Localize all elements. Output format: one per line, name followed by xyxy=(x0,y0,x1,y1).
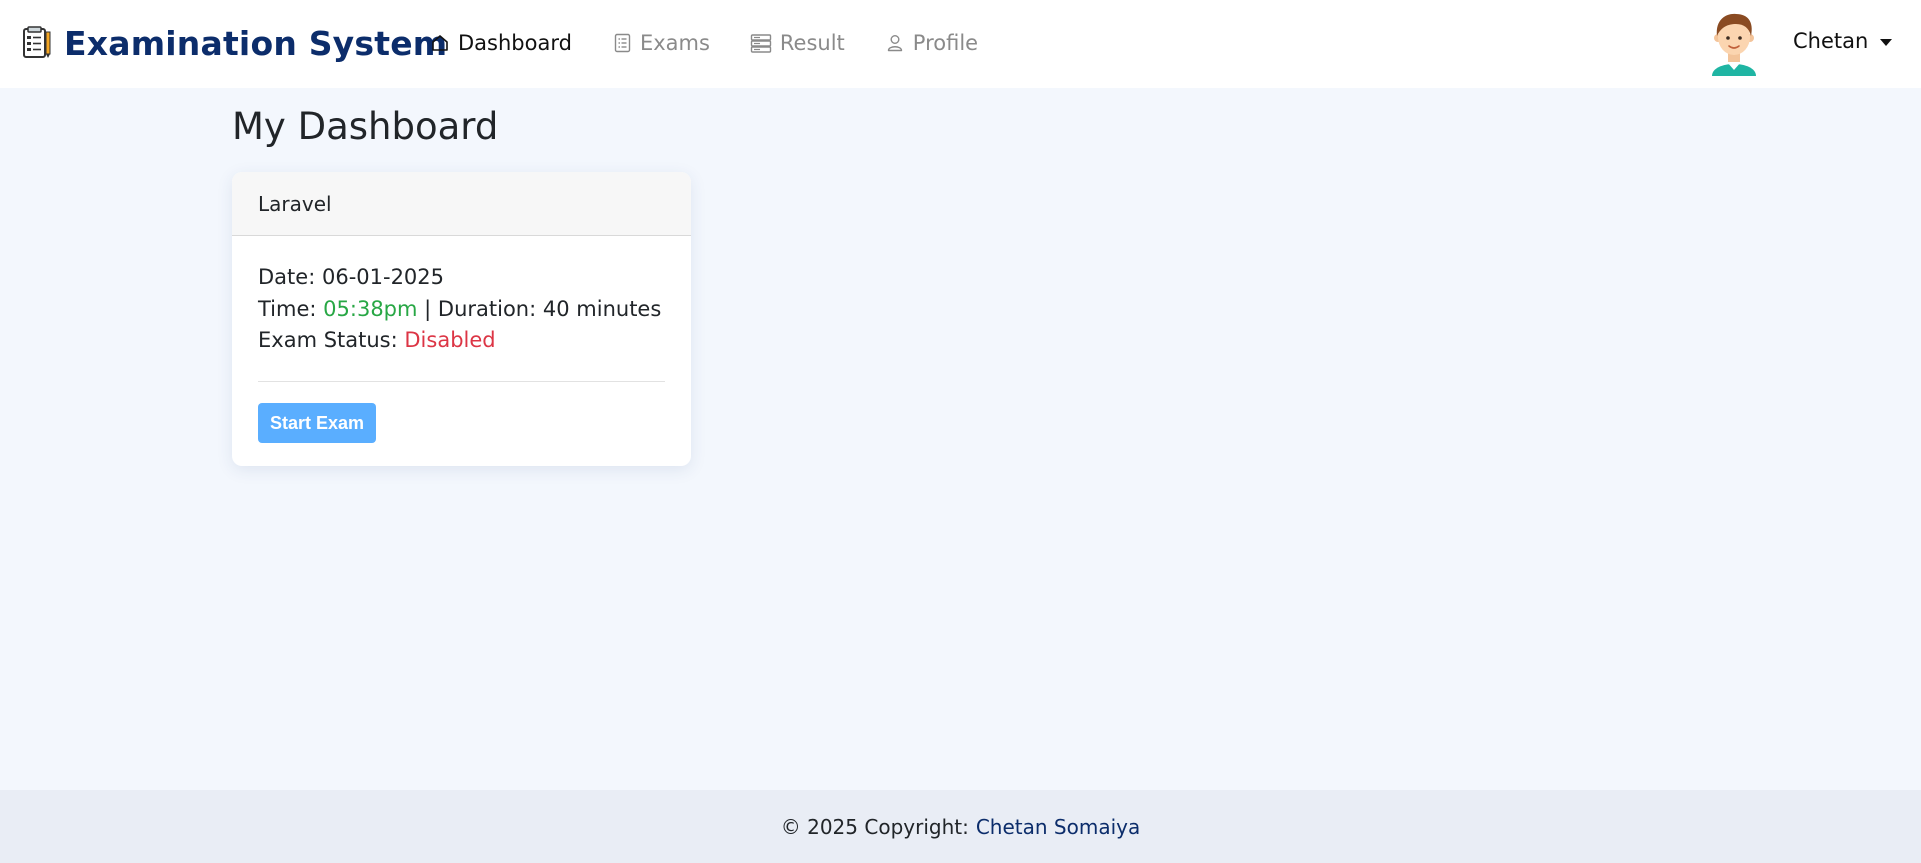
exam-time: 05:38pm xyxy=(323,296,418,321)
home-icon xyxy=(432,35,448,51)
exam-card: Laravel Date: 06-01-2025 Time: 05:38pm |… xyxy=(232,172,691,466)
exam-card-header: Laravel xyxy=(232,172,691,236)
user-name: Chetan xyxy=(1793,29,1869,53)
footer-author-link[interactable]: Chetan Somaiya xyxy=(976,815,1140,839)
exam-date-line: Date: 06-01-2025 xyxy=(258,262,665,294)
server-icon xyxy=(750,34,772,53)
footer-copyright: © 2025 Copyright: xyxy=(780,814,969,839)
start-exam-button[interactable]: Start Exam xyxy=(258,402,377,443)
top-navbar: Examination System Dashboard Exams Resul… xyxy=(0,0,1921,88)
nav-link-exams-label: Exams xyxy=(639,31,710,55)
exam-time-label: Time: xyxy=(258,296,317,321)
nav-link-result[interactable]: Result xyxy=(750,31,845,55)
exam-date-label: Date: xyxy=(258,265,316,289)
exam-card-body: Date: 06-01-2025 Time: 05:38pm | Duratio… xyxy=(232,236,691,443)
brand-link[interactable]: Examination System xyxy=(22,22,447,64)
brand-title: Examination System xyxy=(64,23,448,63)
exam-status-line: Exam Status: Disabled xyxy=(258,325,665,357)
nav-link-dashboard[interactable]: Dashboard xyxy=(430,31,572,55)
list-icon xyxy=(614,33,631,53)
exam-time-line: Time: 05:38pm | Duration: 40 minutes xyxy=(258,294,665,326)
exam-status: Disabled xyxy=(404,328,496,352)
nav-links: Dashboard Exams Result Profile xyxy=(430,26,1018,60)
exam-name: Laravel xyxy=(258,191,332,216)
caret-down-icon xyxy=(1880,38,1893,46)
user-menu-dropdown[interactable]: Chetan xyxy=(1793,29,1893,53)
exam-status-label: Exam Status: xyxy=(258,328,398,352)
person-icon xyxy=(887,35,902,52)
nav-link-exams[interactable]: Exams xyxy=(612,31,710,55)
nav-link-result-label: Result xyxy=(779,31,845,55)
page-title: My Dashboard xyxy=(232,105,499,148)
exam-duration-label: | Duration: xyxy=(424,296,537,321)
nav-link-profile-label: Profile xyxy=(912,31,979,55)
nav-link-profile[interactable]: Profile xyxy=(885,31,978,55)
footer: © 2025 Copyright: Chetan Somaiya xyxy=(0,790,1921,863)
nav-link-dashboard-label: Dashboard xyxy=(458,31,572,55)
card-divider xyxy=(258,380,665,382)
exam-sheet-icon xyxy=(23,26,51,58)
exam-duration: 40 minutes xyxy=(542,296,662,321)
avatar[interactable] xyxy=(1706,10,1762,76)
exam-date: 06-01-2025 xyxy=(321,265,445,289)
